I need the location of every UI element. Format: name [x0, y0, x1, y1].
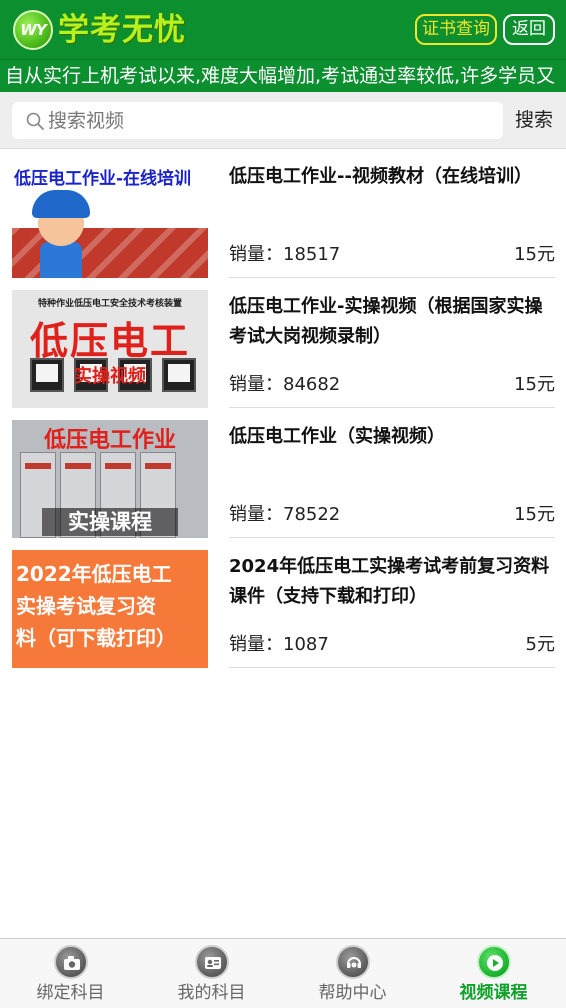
course-sales: 销量：18517	[229, 240, 340, 270]
sales-label: 销量：	[229, 244, 283, 265]
search-icon	[26, 112, 44, 130]
thumb-big-text: 低压电工	[29, 319, 190, 363]
divider	[229, 277, 555, 278]
nav-item-bind-subject[interactable]: 绑定科目	[0, 939, 141, 1008]
thumb-sub-text: 实操视频	[74, 366, 146, 387]
course-thumbnail[interactable]: 2022年低压电工 实操考试复习资 料（可下载打印）	[12, 550, 208, 668]
logo-icon: WY	[13, 10, 53, 50]
sales-count: 1087	[283, 634, 329, 655]
thumb-line: 2022年低压电工	[16, 562, 172, 586]
search-bar: 搜索	[0, 92, 566, 149]
course-item[interactable]: 2022年低压电工 实操考试复习资 料（可下载打印） 2024年低压电工实操考试…	[0, 550, 566, 680]
sales-count: 78522	[283, 504, 341, 525]
thumb-line: 实操考试复习资	[16, 594, 156, 618]
course-thumbnail[interactable]: 特种作业低压电工安全技术考核装置 低压电工 实操视频	[12, 290, 208, 408]
course-price: 15元	[514, 374, 555, 395]
course-price: 15元	[514, 504, 555, 525]
course-title[interactable]: 低压电工作业-实操视频（根据国家实操考试大岗视频录制）	[229, 292, 555, 352]
course-thumbnail[interactable]: 低压电工作业-在线培训	[12, 160, 208, 278]
course-title[interactable]: 低压电工作业（实操视频）	[229, 422, 555, 452]
nav-item-help-center[interactable]: 帮助中心	[282, 939, 423, 1008]
certificate-query-button[interactable]: 证书查询	[415, 14, 497, 45]
sales-label: 销量：	[229, 634, 283, 655]
search-box[interactable]	[12, 102, 503, 139]
course-item[interactable]: 低压电工作业-在线培训 低压电工作业--视频教材（在线培训） 销量：18517 …	[0, 160, 566, 290]
course-thumbnail[interactable]: 低压电工作业 实操课程	[12, 420, 208, 538]
nav-label: 绑定科目	[36, 983, 105, 1003]
divider	[229, 667, 555, 668]
thumb-top-text: 低压电工作业	[43, 428, 176, 453]
profile-card-icon	[195, 945, 229, 979]
play-icon	[477, 945, 511, 979]
thumb-band-text: 实操课程	[42, 508, 178, 536]
course-price: 15元	[514, 244, 555, 265]
nav-label: 帮助中心	[318, 983, 387, 1003]
nav-label: 视频课程	[459, 983, 528, 1003]
thumb-banner-text: 低压电工作业-在线培训	[14, 169, 192, 189]
course-sales: 销量：78522	[229, 500, 340, 530]
thumb-small-text: 特种作业低压电工安全技术考核装置	[37, 299, 182, 309]
course-price: 5元	[525, 634, 555, 655]
sales-label: 销量：	[229, 504, 283, 525]
back-button[interactable]: 返回	[503, 14, 555, 45]
thumb-line: 料（可下载打印）	[16, 626, 176, 650]
bottom-nav: 绑定科目 我的科目 帮助中心 视频课程	[0, 938, 566, 1008]
worker-body	[40, 242, 82, 278]
app-root: WY 学考无忧 证书查询 返回 自从实行上机考试以来,难度大幅增加,考试通过率较…	[0, 0, 566, 1008]
course-list: 低压电工作业-在线培训 低压电工作业--视频教材（在线培训） 销量：18517 …	[0, 160, 566, 680]
course-title[interactable]: 2024年低压电工实操考试考前复习资料课件（支持下载和打印）	[229, 552, 555, 612]
course-title[interactable]: 低压电工作业--视频教材（在线培训）	[229, 162, 555, 192]
headset-online-icon	[336, 945, 370, 979]
course-sales: 销量：1087	[229, 630, 329, 660]
camera-icon	[54, 945, 88, 979]
notice-text: 自从实行上机考试以来,难度大幅增加,考试通过率较低,许多学员又	[5, 65, 556, 87]
nav-item-my-subjects[interactable]: 我的科目	[141, 939, 282, 1008]
divider	[229, 537, 555, 538]
course-sales: 销量：84682	[229, 370, 340, 400]
sales-label: 销量：	[229, 374, 283, 395]
divider	[229, 407, 555, 408]
nav-label: 我的科目	[177, 983, 246, 1003]
logo-text: 学考无忧	[58, 12, 186, 48]
notice-marquee: 自从实行上机考试以来,难度大幅增加,考试通过率较低,许多学员又	[0, 59, 566, 92]
search-input[interactable]	[48, 102, 488, 139]
sales-count: 84682	[283, 374, 341, 395]
course-item[interactable]: 特种作业低压电工安全技术考核装置 低压电工 实操视频 低压电工作业-实操视频（根…	[0, 290, 566, 420]
sales-count: 18517	[283, 244, 341, 265]
app-header: WY 学考无忧 证书查询 返回	[0, 0, 566, 59]
thumb-text-lines: 2022年低压电工 实操考试复习资 料（可下载打印）	[16, 558, 208, 654]
nav-item-video-courses[interactable]: 视频课程	[423, 939, 564, 1008]
search-button[interactable]: 搜索	[515, 104, 553, 137]
course-item[interactable]: 低压电工作业 实操课程 低压电工作业（实操视频） 销量：78522 15元	[0, 420, 566, 550]
hardhat-icon	[32, 190, 90, 218]
